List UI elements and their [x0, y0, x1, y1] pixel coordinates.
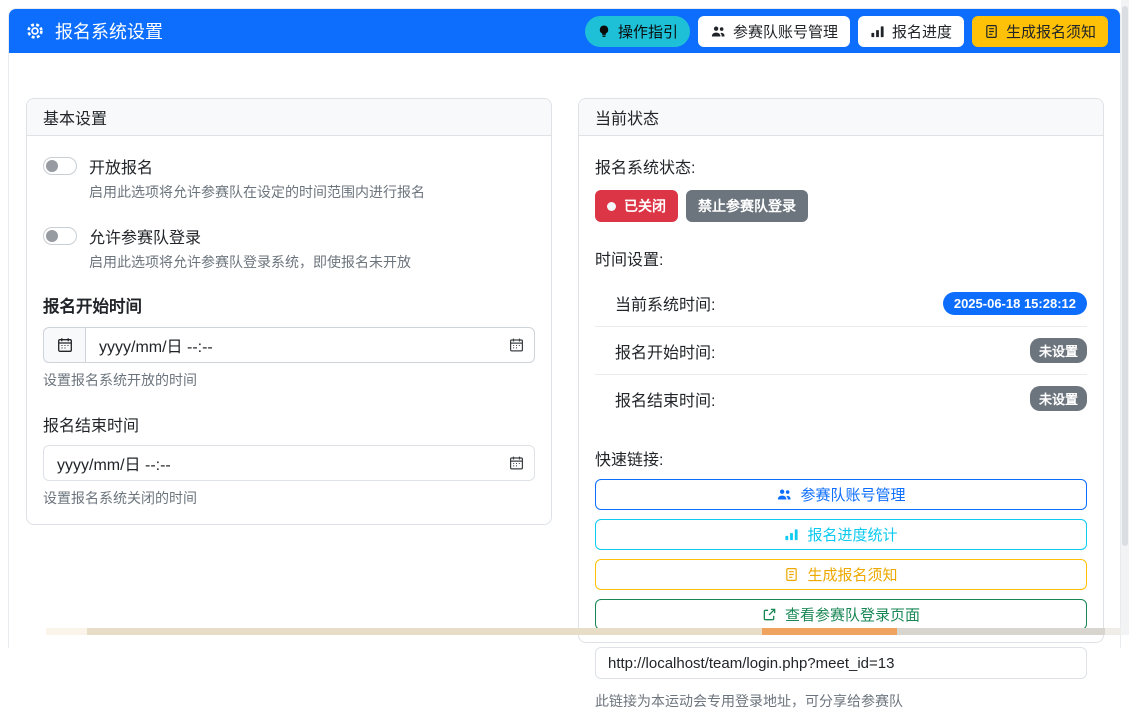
team-accounts-button[interactable]: 参赛队账号管理	[698, 16, 850, 47]
current-status-body: 报名系统状态: 已关闭 禁止参赛队登录 时间设置: 当前系统时间: 2025-0…	[579, 136, 1103, 727]
start-time-label: 报名开始时间	[43, 293, 535, 317]
allow-login-label: 允许参赛队登录	[89, 224, 201, 248]
scrollbar-thumb[interactable]	[1122, 6, 1128, 546]
open-registration-toggle[interactable]	[43, 157, 77, 175]
bottom-strip-segment	[897, 628, 1105, 635]
bottom-strip-segment	[762, 628, 897, 635]
people-icon	[710, 24, 726, 39]
login-url-note: 此链接为本运动会专用登录地址，可分享给参赛队	[595, 691, 1087, 711]
basic-settings-body: 开放报名 启用此选项将允许参赛队在设定的时间范围内进行报名 允许参赛队登录 启用…	[27, 136, 551, 524]
page-title-text: 报名系统设置	[55, 18, 163, 44]
basic-settings-title: 基本设置	[43, 105, 107, 129]
login-forbidden-badge: 禁止参赛队登录	[686, 190, 808, 222]
end-time-label: 报名结束时间	[43, 412, 535, 436]
status-badges: 已关闭 禁止参赛队登录	[595, 190, 1087, 222]
status-closed-text: 已关闭	[624, 196, 666, 216]
basic-settings-header: 基本设置	[27, 99, 551, 136]
bar-chart-icon	[870, 24, 885, 39]
bar-chart-icon	[784, 527, 799, 542]
end-time-badge: 未设置	[1030, 386, 1087, 411]
team-accounts-button-label: 参赛队账号管理	[733, 21, 838, 42]
quick-link-progress-stats[interactable]: 报名进度统计	[595, 519, 1087, 550]
page-title: 报名系统设置	[25, 18, 163, 44]
current-time-badge: 2025-06-18 15:28:12	[943, 292, 1087, 315]
calendar-picker-icon[interactable]	[509, 337, 524, 352]
gear-icon	[25, 21, 45, 41]
current-status-title: 当前状态	[595, 105, 659, 129]
current-status-header: 当前状态	[579, 99, 1103, 136]
toggle-knob	[46, 160, 58, 172]
calendar-icon	[57, 337, 73, 353]
start-time-badge: 未设置	[1030, 338, 1087, 363]
header-actions: 操作指引 参赛队账号管理	[585, 16, 1108, 47]
start-time-input[interactable]	[85, 327, 535, 363]
people-icon	[776, 487, 792, 502]
lightbulb-icon	[597, 24, 611, 39]
start-time-help: 设置报名系统开放的时间	[43, 370, 535, 390]
allow-login-help: 启用此选项将允许参赛队登录系统，即使报名未开放	[89, 253, 535, 272]
allow-login-row: 允许参赛队登录	[43, 224, 535, 248]
login-forbidden-text: 禁止参赛队登录	[698, 196, 796, 216]
guide-button[interactable]: 操作指引	[585, 16, 690, 47]
current-time-row: 当前系统时间: 2025-06-18 15:28:12	[595, 280, 1087, 326]
end-time-field-wrap	[43, 445, 535, 481]
quick-link-label: 参赛队账号管理	[800, 484, 905, 505]
start-time-group	[43, 327, 535, 363]
time-settings-label: 时间设置:	[595, 246, 1087, 270]
time-rows: 当前系统时间: 2025-06-18 15:28:12 报名开始时间: 未设置 …	[595, 280, 1087, 422]
toggle-knob	[46, 230, 58, 242]
quick-link-generate-notice[interactable]: 生成报名须知	[595, 559, 1087, 590]
open-registration-label: 开放报名	[89, 154, 153, 178]
end-time-help: 设置报名系统关闭的时间	[43, 488, 535, 508]
app-header: 报名系统设置 操作指引	[9, 9, 1120, 53]
file-text-icon	[984, 24, 999, 39]
quick-link-label: 查看参赛队登录页面	[785, 604, 920, 625]
vertical-scrollbar[interactable]	[1121, 0, 1129, 635]
login-url-input[interactable]	[595, 647, 1087, 679]
end-time-row: 报名结束时间: 未设置	[595, 374, 1087, 422]
current-time-label: 当前系统时间:	[615, 291, 715, 315]
calendar-addon-button[interactable]	[43, 327, 85, 363]
quick-link-team-accounts[interactable]: 参赛队账号管理	[595, 479, 1087, 510]
open-registration-help: 启用此选项将允许参赛队在设定的时间范围内进行报名	[89, 183, 535, 202]
quick-links-label: 快速链接:	[595, 446, 1087, 470]
progress-button-label: 报名进度	[892, 21, 952, 42]
basic-settings-card: 基本设置 开放报名 启用此选项将允许参赛队在设定的时间范围内进行报名 允许参赛队…	[26, 98, 552, 525]
system-status-label: 报名系统状态:	[595, 154, 1087, 178]
calendar-picker-icon[interactable]	[509, 455, 524, 470]
start-time-row: 报名开始时间: 未设置	[595, 326, 1087, 374]
start-time-field-wrap	[85, 327, 535, 363]
open-registration-row: 开放报名	[43, 154, 535, 178]
quick-link-label: 生成报名须知	[807, 564, 897, 585]
generate-notice-button[interactable]: 生成报名须知	[972, 16, 1108, 47]
allow-login-toggle[interactable]	[43, 227, 77, 245]
end-time-row-label: 报名结束时间:	[615, 387, 715, 411]
current-status-card: 当前状态 报名系统状态: 已关闭 禁止参赛队登录 时间设置: 当前系统时间	[578, 98, 1104, 643]
bottom-strip	[0, 628, 1129, 635]
status-closed-badge: 已关闭	[595, 190, 678, 222]
content-area: 基本设置 开放报名 启用此选项将允许参赛队在设定的时间范围内进行报名 允许参赛队…	[9, 53, 1120, 643]
end-time-input[interactable]	[43, 445, 535, 481]
start-time-row-label: 报名开始时间:	[615, 339, 715, 363]
bottom-strip-segment	[46, 628, 87, 635]
progress-button[interactable]: 报名进度	[858, 16, 964, 47]
quick-links: 参赛队账号管理 报名进度统计	[595, 479, 1087, 630]
quick-link-label: 报名进度统计	[807, 524, 897, 545]
bottom-strip-segment	[87, 628, 762, 635]
external-link-icon	[762, 607, 777, 622]
dot-icon	[607, 202, 616, 211]
file-text-icon	[784, 567, 799, 582]
quick-link-view-login-page[interactable]: 查看参赛队登录页面	[595, 599, 1087, 630]
main-panel: 报名系统设置 操作指引	[8, 8, 1121, 648]
generate-notice-button-label: 生成报名须知	[1006, 21, 1096, 42]
guide-button-label: 操作指引	[618, 21, 678, 42]
